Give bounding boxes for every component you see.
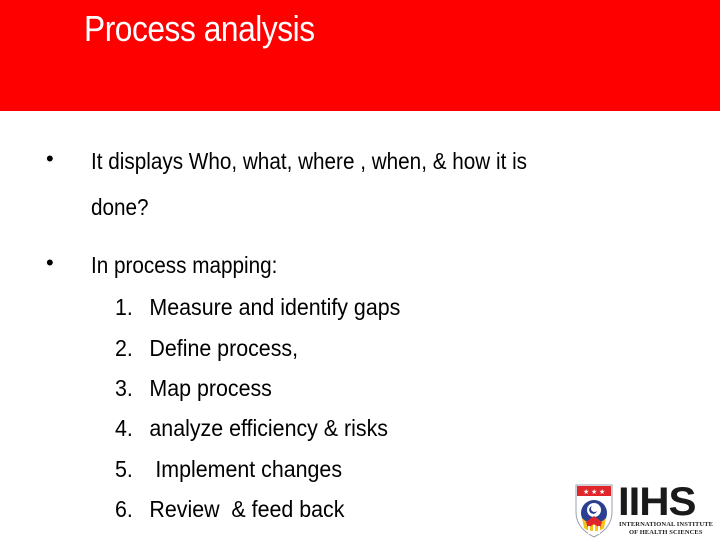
iihs-logo: ★ ★ ★ IIHS INTERNATIONAL INSTITUTE OF HE… xyxy=(574,482,720,538)
step-item: 1. Measure and identify gaps xyxy=(115,294,400,321)
step-text: Measure and identify gaps xyxy=(149,294,401,320)
step-item: 2. Define process, xyxy=(115,335,298,362)
step-text: Map process xyxy=(149,375,272,401)
bullet-marker: • xyxy=(46,146,54,171)
bullet-marker: • xyxy=(46,250,54,275)
title-banner: Process analysis xyxy=(0,0,720,111)
step-text: Review & feed back xyxy=(149,496,345,522)
step-item: 4. analyze efficiency & risks xyxy=(115,415,388,442)
bullet-text-line2: done? xyxy=(91,194,149,220)
logo-wordmark: IIHS xyxy=(618,480,697,524)
step-text: Implement changes xyxy=(149,456,343,482)
step-number: 2. xyxy=(115,335,133,361)
slide-title: Process analysis xyxy=(84,8,315,49)
svg-text:★: ★ xyxy=(583,488,589,496)
bullet-text: In process mapping: xyxy=(91,252,278,278)
step-text: analyze efficiency & risks xyxy=(149,415,388,441)
step-item: 5. Implement changes xyxy=(115,456,342,483)
logo-subtitle-line2: OF HEALTH SCIENCES xyxy=(629,529,703,536)
step-number: 3. xyxy=(115,375,133,401)
step-number: 1. xyxy=(115,294,133,320)
logo-subtitle-line1: INTERNATIONAL INSTITUTE xyxy=(619,521,714,528)
step-item: 3. Map process xyxy=(115,375,272,402)
svg-text:★: ★ xyxy=(599,488,605,496)
svg-text:★: ★ xyxy=(591,488,597,496)
shield-crest-icon: ★ ★ ★ xyxy=(575,484,613,538)
step-item: 6. Review & feed back xyxy=(115,496,344,523)
bullet-text: It displays Who, what, where , when, & h… xyxy=(91,148,528,174)
step-text: Define process, xyxy=(149,335,299,361)
step-number: 6. xyxy=(115,496,133,522)
step-number: 4. xyxy=(115,415,133,441)
step-number: 5. xyxy=(115,456,133,482)
